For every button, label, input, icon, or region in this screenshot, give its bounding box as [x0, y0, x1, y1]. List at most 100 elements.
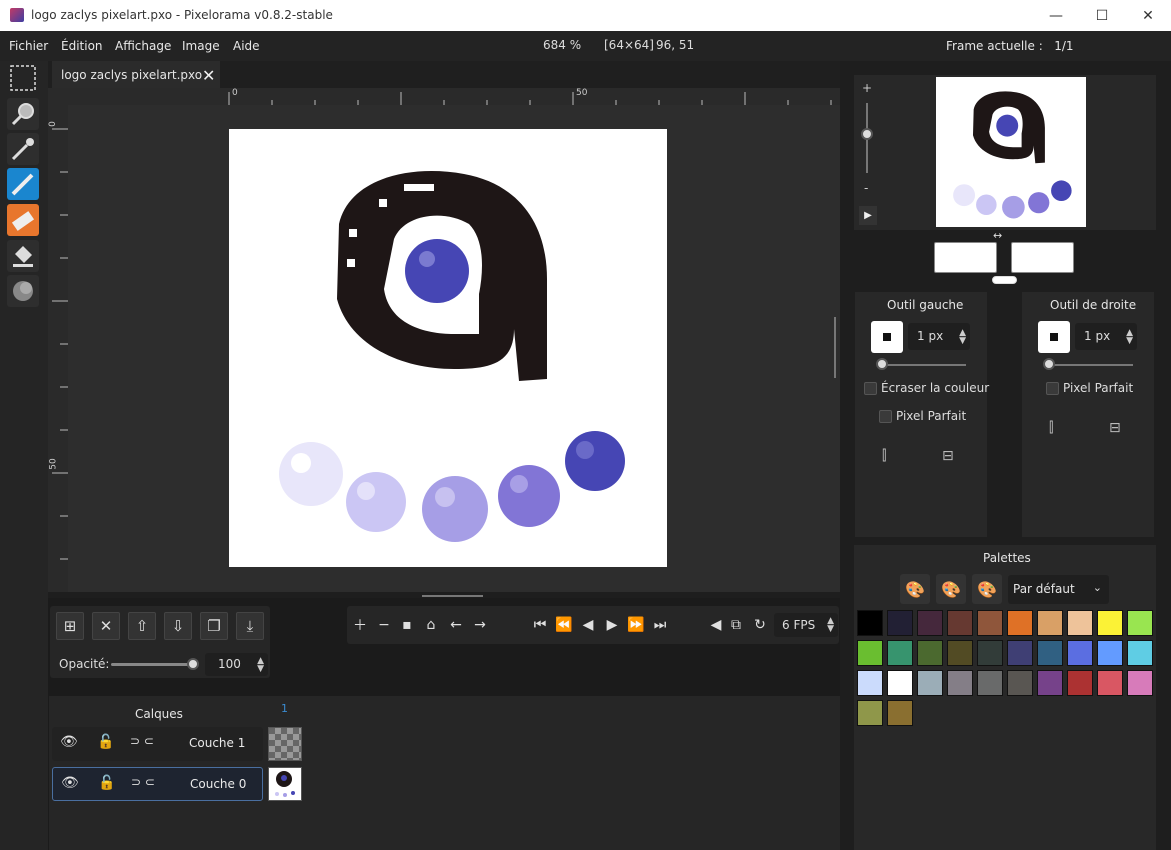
opacity-slider[interactable] [111, 663, 193, 666]
palette-swatch[interactable] [887, 640, 913, 666]
eye-icon[interactable]: 👁 [61, 775, 79, 791]
palette-swatch[interactable] [977, 670, 1003, 696]
zoom-tool[interactable] [7, 98, 39, 130]
play-forward-button[interactable]: ▶ [602, 614, 622, 636]
layer-cel-thumbnail[interactable] [268, 727, 302, 761]
unlock-icon[interactable]: 🔓 [98, 775, 115, 791]
palette-swatch[interactable] [1037, 610, 1063, 636]
palette-swatch[interactable] [1007, 670, 1033, 696]
swap-colors-icon[interactable]: ↔ [993, 229, 1002, 242]
palette-swatch[interactable] [857, 700, 883, 726]
opacity-spinbox[interactable]: 100 ▲ ▼ [205, 653, 268, 676]
preview-zoom-in-icon[interactable]: + [862, 81, 872, 95]
palette-swatch[interactable] [887, 700, 913, 726]
palette-swatch[interactable] [917, 640, 943, 666]
remove-layer-button[interactable]: ✕ [92, 612, 120, 640]
palette-select[interactable]: Par défaut ⌄ [1008, 575, 1109, 604]
first-frame-button[interactable]: ⏮ [530, 614, 550, 636]
preview-zoom-out-icon[interactable]: - [864, 181, 868, 195]
left-pixel-perfect-checkbox[interactable] [879, 410, 892, 423]
preview-play-button[interactable]: ▶ [859, 206, 877, 225]
color-picker-tool[interactable] [7, 133, 39, 165]
horizontal-mirror-icon[interactable]: ⫿ [1049, 420, 1053, 436]
move-layer-down-button[interactable]: ⇩ [164, 612, 192, 640]
drawing-canvas[interactable] [229, 129, 667, 567]
palette-swatch[interactable] [1067, 640, 1093, 666]
palette-swatch[interactable] [1037, 640, 1063, 666]
palette-swatch[interactable] [1007, 610, 1033, 636]
palette-swatch[interactable] [857, 610, 883, 636]
palette-swatch[interactable] [1097, 670, 1123, 696]
menu-view[interactable]: Affichage [115, 39, 171, 53]
bucket-tool[interactable] [7, 240, 39, 272]
right-brush-size-slider[interactable] [1045, 364, 1133, 366]
clone-layer-button[interactable]: ❐ [200, 612, 228, 640]
edit-palette-button[interactable]: 🎨 [936, 574, 966, 604]
left-brush-button[interactable] [871, 321, 903, 353]
frame-number[interactable]: 1 [281, 702, 288, 715]
palette-swatch[interactable] [1037, 670, 1063, 696]
move-layer-up-button[interactable]: ⇧ [128, 612, 156, 640]
next-frame-button[interactable]: ⏩ [626, 614, 646, 636]
add-frame-button[interactable]: ＋ [350, 614, 370, 636]
right-pixel-perfect-checkbox[interactable] [1046, 382, 1059, 395]
palette-swatch[interactable] [1097, 640, 1123, 666]
last-frame-button[interactable]: ⏭ [650, 614, 670, 636]
palette-swatch[interactable] [1067, 610, 1093, 636]
reset-colors-icon[interactable] [992, 276, 1017, 284]
menu-edit[interactable]: Édition [61, 39, 103, 53]
left-brush-size-spinbox[interactable]: 1 px ▲ ▼ [908, 323, 970, 350]
move-frame-left-button[interactable]: ← [446, 614, 466, 636]
horizontal-ruler[interactable]: 0 50 [68, 88, 840, 105]
layer-row[interactable]: 👁 🔓 ⊃ ⊂ Couche 1 [52, 727, 263, 761]
right-brush-size-handle[interactable] [1043, 358, 1055, 370]
palette-swatch[interactable] [947, 610, 973, 636]
shading-tool[interactable] [7, 275, 39, 307]
menu-image[interactable]: Image [182, 39, 220, 53]
left-brush-size-handle[interactable] [876, 358, 888, 370]
overwrite-color-checkbox[interactable] [864, 382, 877, 395]
horizontal-scrollbar[interactable] [422, 595, 483, 597]
link-icon[interactable]: ⊃ ⊂ [130, 734, 154, 748]
vertical-mirror-icon[interactable]: ⊟ [1109, 420, 1121, 436]
palette-swatch[interactable] [917, 610, 943, 636]
palette-swatch[interactable] [1127, 640, 1153, 666]
vertical-scrollbar[interactable] [834, 317, 836, 378]
palette-swatch[interactable] [977, 640, 1003, 666]
tag-button[interactable]: ⌂ [421, 614, 441, 636]
horizontal-mirror-icon[interactable]: ⫿ [882, 448, 886, 464]
menu-file[interactable]: Fichier [9, 39, 48, 53]
clone-frame-button[interactable]: ▪ [397, 614, 417, 636]
rect-select-tool[interactable] [7, 62, 39, 94]
palette-swatch[interactable] [917, 670, 943, 696]
palette-swatch[interactable] [1067, 670, 1093, 696]
previous-frame-button[interactable]: ⏪ [554, 614, 574, 636]
remove-palette-button[interactable]: 🎨 [972, 574, 1002, 604]
add-palette-button[interactable]: 🎨 [900, 574, 930, 604]
minimize-button[interactable]: — [1033, 0, 1079, 31]
pencil-tool[interactable] [7, 168, 39, 200]
eye-icon[interactable]: 👁 [60, 734, 78, 750]
right-brush-button[interactable] [1038, 321, 1070, 353]
right-color-swatch[interactable] [1011, 242, 1074, 273]
play-backwards-button[interactable]: ◀ [578, 614, 598, 636]
eraser-tool[interactable] [7, 204, 39, 236]
link-icon[interactable]: ⊃ ⊂ [131, 775, 155, 789]
vertical-mirror-icon[interactable]: ⊟ [942, 448, 954, 464]
merge-down-button[interactable]: ⤓ [236, 612, 264, 640]
layer-cel-thumbnail[interactable] [268, 767, 302, 801]
unlock-icon[interactable]: 🔓 [97, 734, 114, 750]
opacity-slider-handle[interactable] [187, 658, 199, 670]
layer-row-selected[interactable]: 👁 🔓 ⊃ ⊂ Couche 0 [52, 767, 263, 801]
onion-skin-prev-button[interactable]: ◀ [706, 614, 726, 636]
fps-spinbox[interactable]: 6 FPS ▲ ▼ [774, 613, 838, 637]
tab-document[interactable]: logo zaclys pixelart.pxo ✕ [52, 61, 220, 88]
palette-swatch[interactable] [947, 670, 973, 696]
palette-swatch[interactable] [1097, 610, 1123, 636]
right-brush-size-spinbox[interactable]: 1 px ▲ ▼ [1075, 323, 1137, 350]
palette-swatch[interactable] [977, 610, 1003, 636]
palette-swatch[interactable] [857, 670, 883, 696]
palette-swatch[interactable] [1127, 670, 1153, 696]
loop-button[interactable]: ↻ [750, 614, 770, 636]
palette-swatch[interactable] [887, 670, 913, 696]
